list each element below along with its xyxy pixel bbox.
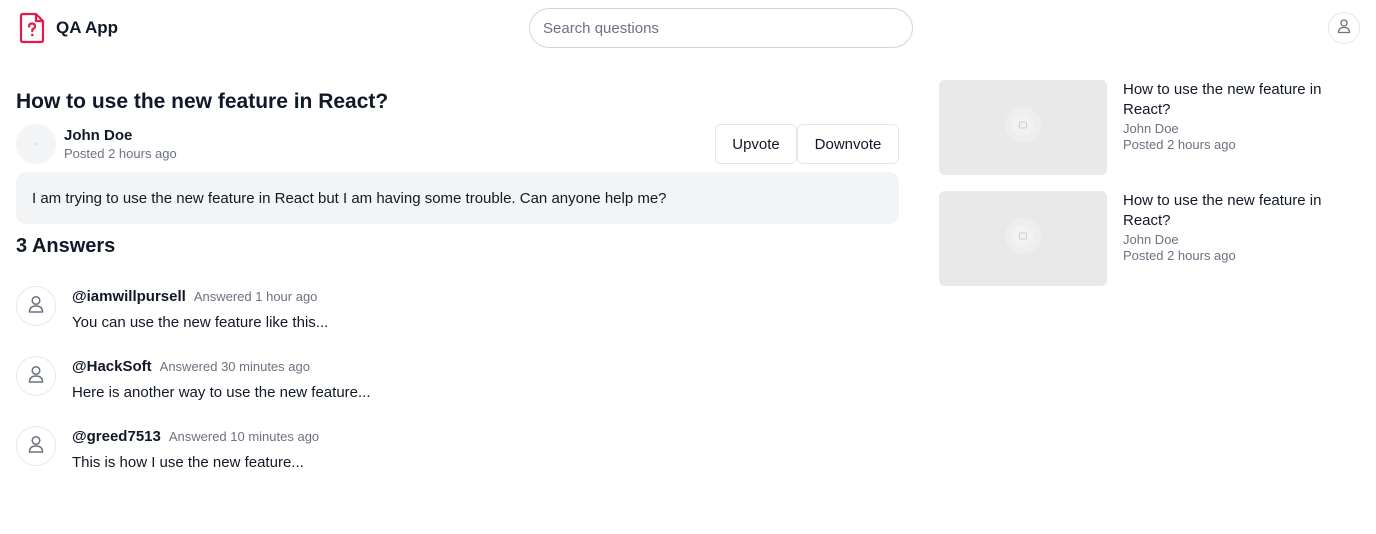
- author-name: John Doe: [64, 127, 133, 144]
- answer-text: This is how I use the new feature...: [72, 454, 304, 471]
- answer-item: @HackSoft Answered 30 minutes ago Here i…: [16, 356, 899, 401]
- user-menu-button[interactable]: [1328, 12, 1360, 44]
- answer-author-handle[interactable]: @greed7513: [72, 428, 161, 445]
- user-icon: [26, 434, 46, 459]
- related-question-card[interactable]: How to use the new feature in React? Joh…: [939, 80, 1359, 175]
- upvote-button[interactable]: Upvote: [715, 124, 797, 164]
- related-question-card[interactable]: How to use the new feature in React? Joh…: [939, 191, 1359, 286]
- top-header: QA App: [0, 0, 1376, 56]
- answer-avatar: [16, 286, 56, 326]
- related-question-title[interactable]: How to use the new feature in React?: [1123, 191, 1343, 231]
- answer-author-handle[interactable]: @HackSoft: [72, 358, 152, 375]
- answer-avatar: [16, 356, 56, 396]
- downvote-button[interactable]: Downvote: [797, 124, 899, 164]
- answer-time: Answered 1 hour ago: [193, 289, 318, 304]
- user-icon: [26, 294, 46, 319]
- question-document-icon: [18, 12, 46, 44]
- answers-heading: 3 Answers: [16, 235, 116, 257]
- answer-header: @HackSoft Answered 30 minutes ago: [72, 358, 310, 375]
- answer-item: @iamwillpursell Answered 1 hour ago You …: [16, 286, 899, 331]
- question-body: I am trying to use the new feature in Re…: [16, 172, 899, 224]
- author-avatar: [16, 124, 56, 164]
- answer-header: @greed7513 Answered 10 minutes ago: [72, 428, 319, 445]
- related-question-title[interactable]: How to use the new feature in React?: [1123, 80, 1343, 120]
- answer-text: You can use the new feature like this...: [72, 314, 329, 331]
- image-placeholder-icon: [1003, 216, 1043, 261]
- app-logo[interactable]: QA App: [18, 12, 118, 44]
- user-icon: [26, 364, 46, 389]
- vote-buttons: Upvote Downvote: [715, 124, 899, 164]
- answer-text: Here is another way to use the new featu…: [72, 384, 371, 401]
- answer-item: @greed7513 Answered 10 minutes ago This …: [16, 426, 899, 471]
- search-input[interactable]: [529, 8, 913, 48]
- user-icon: [1336, 18, 1352, 39]
- posted-time: Posted 2 hours ago: [64, 146, 177, 161]
- related-question-time: Posted 2 hours ago: [1123, 248, 1236, 263]
- question-title: How to use the new feature in React?: [16, 90, 389, 113]
- answer-header: @iamwillpursell Answered 1 hour ago: [72, 288, 317, 305]
- related-question-time: Posted 2 hours ago: [1123, 137, 1236, 152]
- answer-time: Answered 30 minutes ago: [159, 359, 310, 374]
- image-placeholder: [939, 80, 1107, 175]
- app-name: QA App: [56, 18, 119, 37]
- answer-author-handle[interactable]: @iamwillpursell: [72, 288, 186, 305]
- related-question-author: John Doe: [1123, 121, 1179, 136]
- answer-avatar: [16, 426, 56, 466]
- related-question-author: John Doe: [1123, 232, 1179, 247]
- answer-time: Answered 10 minutes ago: [168, 429, 320, 444]
- image-placeholder-icon: [1003, 105, 1043, 150]
- image-placeholder: [939, 191, 1107, 286]
